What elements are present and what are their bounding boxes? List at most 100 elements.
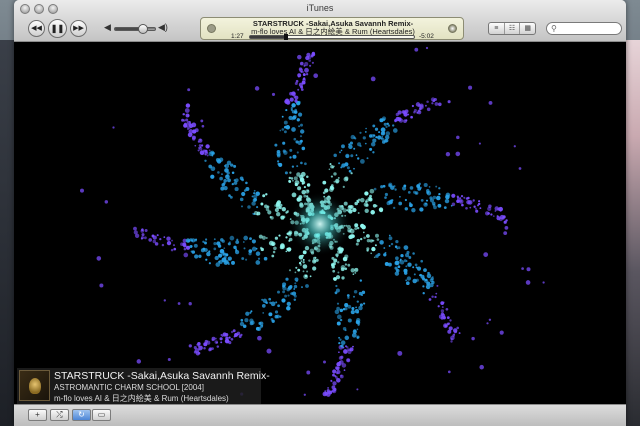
visualizer-particle: [285, 236, 288, 239]
visualizer-particle: [513, 145, 516, 148]
visualizer-particle: [297, 54, 302, 60]
visualizer-particle: [294, 99, 298, 103]
visualizer-particle: [394, 188, 397, 191]
visualizer-particle: [245, 258, 248, 261]
visualizer-particle: [300, 123, 303, 127]
visualizer-particle: [440, 301, 445, 305]
show-artwork-button[interactable]: ▭: [92, 409, 111, 421]
visualizer-particle: [247, 205, 251, 209]
visualizer-particle: [332, 277, 336, 281]
visualizer-particle: [425, 46, 429, 50]
visualizer-particle: [199, 150, 205, 156]
visualizer-particle: [456, 196, 459, 199]
visualizer-particle: [163, 299, 166, 302]
visualizer-particle: [359, 279, 363, 282]
visualizer-particle: [353, 167, 355, 170]
visualizer-particle: [198, 254, 202, 258]
visualizer-particle: [385, 131, 391, 136]
visualizer-particle: [348, 143, 351, 146]
visualizer-particle: [219, 337, 223, 341]
visualizer-particle: [294, 277, 299, 282]
visualizer-particle: [134, 233, 140, 238]
add-playlist-button[interactable]: +: [28, 409, 47, 421]
visualizer-particle: [399, 259, 402, 262]
visualizer-particle: [331, 166, 335, 169]
visualizer-particle: [460, 194, 464, 198]
visualizer-particle: [281, 207, 286, 212]
visualizer-particle: [369, 147, 373, 151]
visualizer-particle: [190, 245, 193, 248]
search-field[interactable]: ⚲: [546, 22, 622, 35]
visualizer-particle: [161, 243, 165, 247]
visualizer-particle: [450, 340, 453, 343]
visualizer-particle: [370, 210, 375, 215]
visualizer-particle: [341, 144, 345, 149]
visualizer-particle: [208, 347, 213, 351]
visualizer-particle: [223, 260, 229, 265]
visualizer-particle: [337, 176, 340, 179]
visualizer-particle: [133, 226, 137, 231]
visualizer-particle: [215, 262, 221, 267]
visualizer-particle: [350, 268, 355, 273]
visualizer-particle: [305, 189, 310, 194]
visualizer[interactable]: STARSTRUCK -Sakai,Asuka Savannh Remix- A…: [14, 42, 626, 404]
play-pause-button[interactable]: ❚❚: [48, 19, 67, 38]
visualizer-particle: [380, 127, 386, 133]
visualizer-particle: [339, 308, 344, 313]
shuffle-button[interactable]: ⤮: [50, 409, 69, 421]
now-playing-artist: m-flo loves AI & 日之内絵美 & Rum (Heartsdale…: [54, 394, 229, 403]
repeat-button[interactable]: ↻: [72, 409, 91, 421]
volume-knob[interactable]: [138, 24, 148, 34]
visualizer-particle: [259, 246, 263, 250]
genius-icon[interactable]: [448, 24, 457, 33]
visualizer-particle: [385, 125, 388, 128]
visualizer-particle: [201, 124, 205, 128]
visualizer-particle: [170, 248, 174, 252]
visualizer-particle: [326, 391, 330, 395]
visualizer-particle: [395, 268, 399, 272]
visualizer-particle: [255, 191, 260, 196]
visualizer-particle: [469, 206, 472, 209]
visualizer-particle: [262, 298, 268, 303]
visualizer-particle: [456, 135, 460, 140]
visualizer-particle: [347, 318, 352, 323]
visualizer-particle: [284, 294, 288, 298]
visualizer-particle: [324, 188, 329, 193]
visualizer-particle: [371, 246, 376, 252]
progress-scrubber[interactable]: [249, 34, 415, 40]
visualizer-particle: [425, 199, 429, 202]
visualizer-particle: [431, 201, 436, 206]
previous-track-button[interactable]: ◀◀: [28, 20, 45, 37]
visualizer-particle: [240, 333, 243, 337]
next-track-button[interactable]: ▶▶: [70, 20, 87, 37]
visualizer-particle: [293, 114, 297, 119]
coverflow-view-button[interactable]: ▦: [520, 23, 535, 34]
visualizer-particle: [251, 201, 256, 206]
visualizer-particle: [403, 184, 407, 188]
visualizer-particle: [409, 203, 413, 208]
visualizer-particle: [229, 235, 235, 241]
visualizer-particle: [356, 300, 359, 303]
visualizer-particle: [295, 266, 298, 269]
visualizer-particle: [213, 238, 216, 241]
visualizer-particle: [426, 273, 432, 279]
visualizer-particle: [296, 172, 301, 177]
visualizer-particle: [182, 113, 185, 116]
visualizer-particle: [230, 337, 234, 341]
visualizer-particle: [242, 324, 247, 329]
visualizer-particle: [227, 261, 230, 264]
grid-view-button[interactable]: ☷: [505, 23, 521, 34]
list-view-button[interactable]: ≡: [489, 23, 505, 34]
visualizer-particle: [383, 253, 387, 257]
visualizer-particle: [240, 318, 244, 322]
visualizer-particle: [340, 340, 346, 345]
visualizer-particle: [332, 269, 336, 273]
progress-knob[interactable]: [284, 34, 289, 40]
volume-slider[interactable]: [114, 24, 156, 34]
visualizer-particle: [387, 200, 390, 203]
visualizer-particle: [447, 100, 451, 104]
visualizer-particle: [420, 259, 424, 263]
visualizer-particle: [208, 149, 211, 152]
visualizer-particle: [278, 234, 281, 237]
visualizer-particle: [526, 267, 531, 272]
